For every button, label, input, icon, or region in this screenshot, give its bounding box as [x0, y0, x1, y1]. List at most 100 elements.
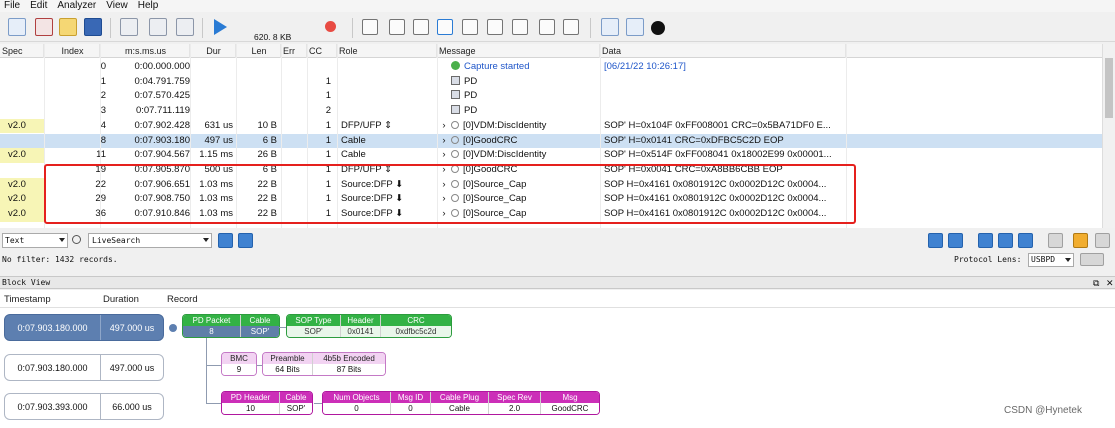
column-header[interactable]: Data — [600, 44, 846, 58]
nav-first-button[interactable] — [978, 233, 993, 248]
field-column[interactable]: SOP Type SOP' — [287, 315, 341, 337]
field-column[interactable]: Cable SOP' — [241, 315, 279, 337]
field-column[interactable]: Msg GoodCRC — [541, 392, 599, 414]
expand-chevron-icon[interactable]: › — [437, 119, 451, 134]
column-header[interactable]: Spec — [0, 44, 44, 58]
delete-icon[interactable] — [35, 18, 53, 36]
bomb-icon[interactable] — [651, 21, 665, 35]
search-prev-button[interactable] — [218, 233, 233, 248]
cell-data — [602, 104, 846, 119]
cell-dur — [190, 89, 233, 104]
table-row[interactable]: 3 0:07.711.119 2 PD — [0, 104, 1102, 119]
column-header[interactable]: Len — [236, 44, 281, 58]
column-header[interactable]: Message — [437, 44, 600, 58]
view-icon[interactable] — [487, 19, 503, 35]
expand-button[interactable] — [928, 233, 943, 248]
menu-item-2[interactable]: Analyzer — [53, 0, 102, 12]
bmc-block[interactable]: BMC 9 — [221, 352, 257, 376]
menu-item-0[interactable]: File — [0, 0, 26, 12]
live-search-input[interactable]: LiveSearch — [88, 233, 212, 248]
menu-item-4[interactable]: Help — [134, 0, 165, 12]
view-icon[interactable] — [462, 19, 478, 35]
new-file-icon[interactable] — [8, 18, 26, 36]
device-icon[interactable] — [176, 18, 194, 36]
message-text: PD — [464, 75, 478, 87]
nav-next-button[interactable] — [1018, 233, 1033, 248]
field-column[interactable]: PD Header 10 — [222, 392, 280, 414]
field-column[interactable]: CRC 0xdfbc5c2d — [381, 315, 451, 337]
view-icon[interactable] — [389, 19, 405, 35]
red-highlight-box — [44, 164, 856, 224]
table-row[interactable]: v2.0 4 0:07.902.428 631 us 10 B 1 DFP/UFP ⇕ › [0… — [0, 118, 1102, 134]
pd-packet-block[interactable]: PD Packet 8 Cable SOP' — [182, 314, 280, 338]
encoded-block[interactable]: Preamble 64 Bits 4b5b Encoded 87 Bits — [262, 352, 386, 376]
column-header[interactable]: Dur — [190, 44, 236, 58]
table-row[interactable]: 2 0:07.570.425 1 PD — [0, 89, 1102, 104]
restore-icon[interactable]: ⧉ — [1093, 278, 1099, 288]
field-column[interactable]: BMC 9 — [222, 353, 256, 375]
expand-chevron-icon[interactable]: › — [437, 148, 451, 163]
view-icon[interactable] — [563, 19, 579, 35]
tree-connector — [206, 365, 221, 366]
view-icon[interactable] — [539, 19, 555, 35]
message-cell: › [0]VDM:DiscIdentity — [437, 148, 599, 163]
table-row[interactable]: 1 0:04.791.759 1 PD — [0, 75, 1102, 90]
field-column[interactable]: 4b5b Encoded 87 Bits — [313, 353, 385, 375]
sop-fields-block[interactable]: SOP Type SOP' Header 0x0141 CRC 0xdfbc5c2d — [286, 314, 452, 338]
options-button[interactable] — [1048, 233, 1063, 248]
table-row[interactable]: 0 0:00.000.000 Capture started [06/21/22 10… — [0, 60, 1102, 75]
field-column[interactable]: Spec Rev 2.0 — [489, 392, 541, 414]
field-value: 2.0 — [489, 403, 540, 414]
menu-item-1[interactable]: Edit — [26, 0, 53, 12]
cell-spec: v2.0 — [0, 148, 44, 163]
column-header[interactable]: m:s.ms.us — [100, 44, 190, 58]
record-icon[interactable] — [325, 21, 336, 32]
expand-chevron-icon[interactable]: › — [437, 134, 451, 149]
pd-header-block[interactable]: PD Header 10 Cable SOP' — [221, 391, 313, 415]
close-icon[interactable]: ✕ — [1106, 278, 1114, 288]
field-column[interactable]: Header 0x0141 — [341, 315, 381, 337]
view-icon[interactable] — [413, 19, 429, 35]
column-header[interactable]: Index — [44, 44, 100, 58]
cell-dur: 497 us — [204, 134, 233, 146]
view-icon[interactable] — [362, 19, 378, 35]
pin-button[interactable] — [1095, 233, 1110, 248]
export-icon[interactable] — [601, 18, 619, 36]
layout-button[interactable] — [1073, 233, 1088, 248]
hz-icon[interactable] — [512, 19, 528, 35]
cell-cc: 1 — [325, 119, 331, 131]
collapse-button[interactable] — [948, 233, 963, 248]
table-row[interactable]: 8 0:07.903.180 497 us 6 B 1 Cable › [0]GoodCRC S… — [0, 133, 1102, 149]
lens-options-button[interactable] — [1080, 253, 1104, 266]
nav-prev-button[interactable] — [998, 233, 1013, 248]
chevron-down-icon — [59, 238, 65, 242]
column-header[interactable]: Err — [281, 44, 307, 58]
open-folder-icon[interactable] — [59, 18, 77, 36]
field-column[interactable]: Num Objects 0 — [323, 392, 391, 414]
field-column[interactable]: Preamble 64 Bits — [263, 353, 313, 375]
field-column[interactable]: Msg ID 0 — [391, 392, 431, 414]
column-header[interactable]: Role — [337, 44, 437, 58]
column-header[interactable]: CC — [307, 44, 337, 58]
record-pill[interactable]: 0:07.903.180.000 497.000 us — [4, 314, 164, 341]
search-next-button[interactable] — [238, 233, 253, 248]
export-icon[interactable] — [626, 18, 644, 36]
header-fields-block[interactable]: Num Objects 0 Msg ID 0 Cable Plug Cable Spec R… — [322, 391, 600, 415]
view-select[interactable]: Text — [2, 233, 68, 248]
protocol-lens-select[interactable]: USBPD — [1028, 253, 1074, 267]
play-icon[interactable] — [214, 19, 227, 35]
field-column[interactable]: PD Packet 8 — [183, 315, 241, 337]
record-pill[interactable]: 0:07.903.180.000 497.000 us — [4, 354, 164, 381]
view-icon[interactable] — [437, 19, 453, 35]
save-icon[interactable] — [84, 18, 102, 36]
settings-icon[interactable] — [120, 18, 138, 36]
record-pill[interactable]: 0:07.903.393.000 66.000 us — [4, 393, 164, 420]
field-column[interactable]: Cable SOP' — [280, 392, 312, 414]
field-column[interactable]: Cable Plug Cable — [431, 392, 489, 414]
vertical-scrollbar[interactable] — [1103, 44, 1115, 228]
scrollbar-thumb[interactable] — [1105, 58, 1113, 118]
menu-item-3[interactable]: View — [102, 0, 134, 12]
table-row[interactable]: v2.0 11 0:07.904.567 1.15 ms 26 B 1 Cable › [0]V… — [0, 148, 1102, 163]
config-icon[interactable] — [149, 18, 167, 36]
message-icon — [451, 150, 459, 159]
